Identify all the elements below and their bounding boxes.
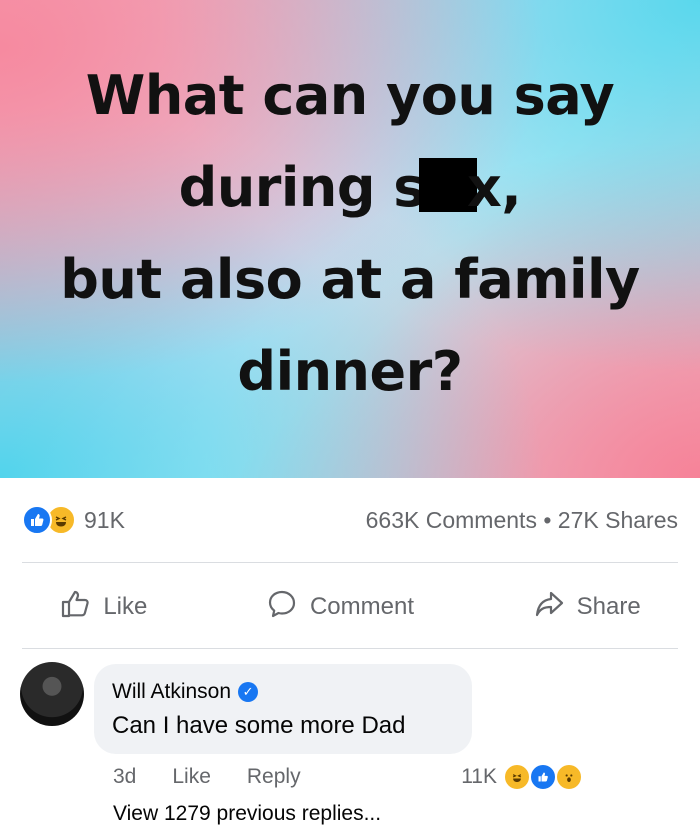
comment-reply-button[interactable]: Reply bbox=[247, 765, 301, 789]
like-icon bbox=[22, 505, 52, 535]
share-label: Share bbox=[576, 593, 641, 620]
comment-meta: 3d Like Reply 11K bbox=[113, 762, 583, 792]
like-icon bbox=[529, 763, 557, 791]
comment-icon bbox=[266, 588, 298, 627]
comments-shares: 663K Comments • 27K Shares bbox=[366, 507, 678, 534]
comment-text: Can I have some more Dad bbox=[112, 712, 406, 739]
share-button[interactable]: Share bbox=[533, 588, 641, 627]
comment-author: Will Atkinson ✓ bbox=[112, 680, 259, 704]
comment-bubble: Will Atkinson ✓ Can I have some more Dad bbox=[94, 664, 472, 754]
view-previous-replies-link[interactable]: View 1279 previous replies... bbox=[113, 802, 381, 826]
reaction-count[interactable]: 91K bbox=[84, 507, 125, 534]
share-arrow-icon bbox=[533, 588, 565, 627]
comment-button[interactable]: Comment bbox=[266, 588, 414, 627]
post-stats: 91K 663K Comments • 27K Shares bbox=[22, 500, 678, 540]
wow-icon bbox=[555, 763, 583, 791]
comment-reactions[interactable]: 11K bbox=[461, 763, 583, 791]
stats-separator: • bbox=[543, 506, 552, 533]
like-label: Like bbox=[103, 593, 148, 620]
post-actions: Like Comment Share bbox=[0, 580, 700, 634]
thumbs-up-icon bbox=[59, 588, 91, 627]
comment-like-button[interactable]: Like bbox=[172, 765, 211, 789]
divider-top bbox=[22, 562, 678, 563]
verified-badge-icon: ✓ bbox=[238, 682, 259, 702]
haha-icon bbox=[503, 763, 531, 791]
like-button[interactable]: Like bbox=[59, 588, 147, 627]
reaction-summary[interactable]: 91K bbox=[22, 505, 125, 535]
post-headline: What can you say during s x, but also at a… bbox=[60, 64, 640, 403]
divider-bottom bbox=[22, 648, 678, 649]
comment-reaction-count: 11K bbox=[461, 765, 497, 788]
post-image[interactable]: What can you say during s x, but also at a… bbox=[0, 0, 700, 478]
comment-age[interactable]: 3d bbox=[113, 765, 136, 789]
avatar[interactable] bbox=[20, 662, 84, 726]
author-name[interactable]: Will Atkinson bbox=[112, 680, 231, 704]
share-count[interactable]: 27K Shares bbox=[558, 507, 678, 533]
comment-label: Comment bbox=[309, 593, 414, 620]
comment-count[interactable]: 663K Comments bbox=[366, 507, 537, 533]
